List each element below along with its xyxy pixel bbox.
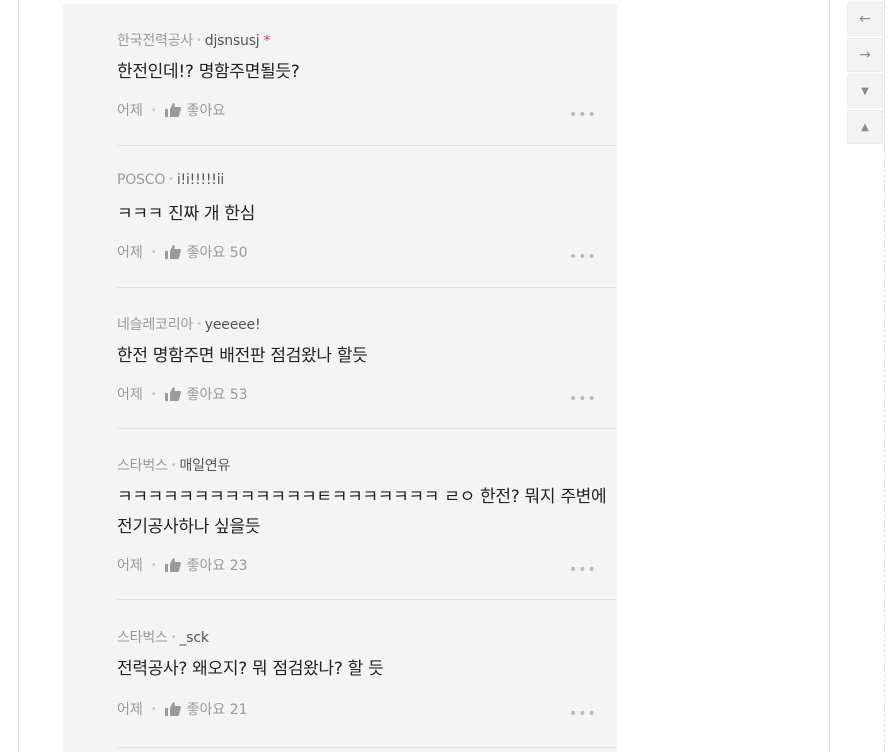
comment-text: 전력공사? 왜오지? 뭐 점검왔나? 할 듯	[117, 659, 384, 679]
scroll-up-button[interactable]: ▲	[847, 110, 883, 144]
username[interactable]: djsnsusj	[205, 33, 260, 49]
caret-up-icon: ▲	[861, 121, 869, 133]
comment-meta: 네슬레코리아 • yeeeee!	[117, 314, 261, 334]
company-name[interactable]: 네슬레코리아	[117, 317, 193, 333]
comment-footer: 어제 • 좋아요 21	[117, 699, 248, 719]
comment-divider	[117, 428, 617, 429]
company-name[interactable]: 스타벅스	[117, 458, 168, 474]
more-options-icon[interactable]: •••	[569, 250, 597, 264]
like-label: 좋아요	[186, 103, 226, 119]
comment-divider	[117, 747, 617, 748]
page-edge	[883, 0, 885, 752]
comment-meta: POSCO • i!i!!!!!ii	[117, 172, 224, 188]
separator-dot: •	[170, 632, 177, 643]
like-button[interactable]: 좋아요	[164, 103, 226, 119]
company-name[interactable]: 스타벅스	[117, 630, 168, 646]
username[interactable]: i!i!!!!!ii	[177, 172, 224, 188]
timestamp: 어제	[117, 245, 143, 261]
comment-footer: 어제 • 좋아요 50	[117, 242, 248, 262]
like-count: 53	[229, 387, 248, 403]
like-label: 좋아요	[186, 245, 226, 261]
comment-text-line-1: ㅋㅋㅋㅋㅋㅋㅋㅋㅋㅋㅋㅋㅋㅌㅋㅋㅋㅋㅋㅋㅋ ㄹㅇ 한전? 뭐지 주변에	[117, 487, 607, 507]
like-button[interactable]: 좋아요 21	[164, 702, 248, 718]
comment-meta: 스타벅스 • _sck	[117, 627, 209, 647]
comment-text: 한전 명함주면 배전판 점검왔나 할듯	[117, 346, 368, 366]
separator-dot: •	[150, 389, 157, 400]
more-options-icon[interactable]: •••	[569, 392, 597, 406]
scroll-down-button[interactable]: ▼	[847, 74, 883, 108]
next-button[interactable]: →	[847, 38, 883, 72]
timestamp: 어제	[117, 702, 143, 718]
separator-dot: •	[150, 560, 157, 571]
like-count: 50	[229, 245, 248, 261]
company-name[interactable]: 한국전력공사	[117, 33, 193, 49]
comment-divider	[117, 599, 617, 600]
separator-dot: •	[196, 319, 202, 330]
separator-dot: •	[196, 35, 202, 46]
comment-divider	[117, 145, 617, 146]
more-options-icon[interactable]: •••	[569, 108, 597, 122]
thumbs-up-icon	[164, 558, 181, 572]
thumbs-up-icon	[164, 387, 181, 401]
separator-dot: •	[150, 105, 157, 116]
like-label: 좋아요	[186, 558, 226, 574]
more-options-icon[interactable]: •••	[569, 563, 597, 577]
author-star: *	[263, 33, 271, 49]
separator-dot: •	[170, 460, 177, 471]
comment-text-line-2: 전기공사하나 싶을듯	[117, 517, 261, 537]
comment-meta: 한국전력공사 • djsnsusj *	[117, 30, 271, 50]
timestamp: 어제	[117, 103, 143, 119]
arrow-left-icon: ←	[859, 11, 871, 27]
comment-footer: 어제 • 좋아요 23	[117, 555, 248, 575]
more-options-icon[interactable]: •••	[569, 707, 597, 721]
arrow-right-icon: →	[859, 47, 871, 63]
separator-dot: •	[150, 704, 157, 715]
timestamp: 어제	[117, 387, 143, 403]
thumbs-up-icon	[164, 702, 181, 716]
company-name[interactable]: POSCO	[117, 172, 165, 188]
like-label: 좋아요	[186, 702, 226, 718]
caret-down-icon: ▼	[861, 85, 869, 97]
comment-divider	[117, 287, 617, 288]
separator-dot: •	[168, 174, 174, 185]
like-button[interactable]: 좋아요 50	[164, 245, 248, 261]
comment-meta: 스타벅스 • 매일연유	[117, 455, 230, 475]
comment-list: 한국전력공사 • djsnsusj * 한전인데!? 명함주면될듯? 어제 • 좋아요 •…	[63, 4, 617, 752]
username[interactable]: _sck	[179, 630, 209, 646]
username[interactable]: 매일연유	[179, 458, 230, 474]
comment-text: 한전인데!? 명함주면될듯?	[117, 62, 300, 82]
comment-footer: 어제 • 좋아요	[117, 100, 225, 120]
like-count: 23	[229, 558, 248, 574]
like-count: 21	[229, 702, 248, 718]
thumbs-up-icon	[164, 245, 181, 259]
thumbs-up-icon	[164, 103, 181, 117]
timestamp: 어제	[117, 558, 143, 574]
username[interactable]: yeeeee!	[205, 317, 261, 333]
separator-dot: •	[150, 247, 157, 258]
comment-footer: 어제 • 좋아요 53	[117, 384, 248, 404]
like-button[interactable]: 좋아요 53	[164, 387, 248, 403]
comment-text: ㅋㅋㅋ 진짜 개 한심	[117, 204, 256, 224]
like-label: 좋아요	[186, 387, 226, 403]
like-button[interactable]: 좋아요 23	[164, 558, 248, 574]
prev-button[interactable]: ←	[847, 2, 883, 36]
